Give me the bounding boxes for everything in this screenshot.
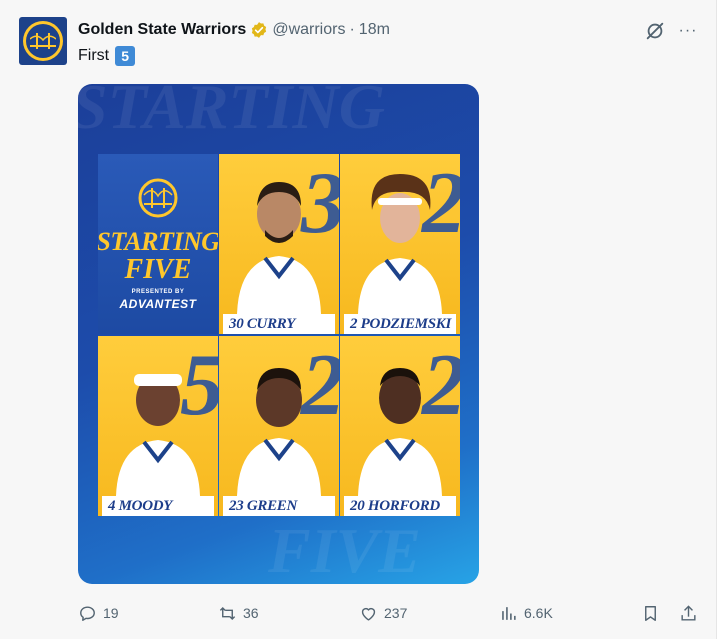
player-label: 30 CURRY: [229, 315, 296, 332]
verified-badge-icon[interactable]: [250, 21, 268, 39]
share-button[interactable]: [679, 600, 698, 626]
tweet-header: Golden State Warriors @warriors · 18m: [78, 19, 390, 41]
player-label: 20 HORFORD: [350, 497, 440, 514]
bookmark-icon: [645, 605, 656, 621]
player-label: 4 MOODY: [108, 497, 173, 514]
warriors-logo: [23, 21, 63, 61]
watermark-decoration: FIVE: [268, 515, 421, 584]
share-icon: [681, 604, 696, 621]
player-name-plate: 2 PODZIEMSKI: [344, 314, 456, 334]
tweet-image[interactable]: STARTING FIVE STARTING FIVE PRESENTED BY…: [78, 84, 479, 584]
repost-icon: [219, 606, 236, 620]
brand-tile: STARTING FIVE PRESENTED BY ADVANTEST: [98, 154, 218, 334]
timestamp[interactable]: 18m: [359, 21, 390, 39]
views-button[interactable]: 6.6K: [499, 600, 553, 626]
repost-button[interactable]: 36: [218, 600, 259, 626]
player-tile: 2 20 HORFORD: [340, 336, 460, 516]
graphic-subtitle: FIVE: [124, 254, 192, 285]
player-name-plate: 4 MOODY: [102, 496, 214, 516]
player-tile: 2 23 GREEN: [219, 336, 339, 516]
tweet-text-content: First: [78, 47, 110, 64]
more-options-icon[interactable]: ···: [676, 20, 700, 42]
watermark-decoration: STARTING: [78, 84, 385, 142]
player-tile: 5 4 MOODY: [98, 336, 218, 516]
like-button[interactable]: 237: [359, 600, 407, 626]
starting-five-graphic: STARTING FIVE PRESENTED BY ADVANTEST 3 3…: [98, 154, 460, 516]
views-icon: [502, 606, 516, 620]
repost-count: 36: [243, 605, 259, 621]
player-photo: [237, 368, 321, 496]
graphic-title: STARTING: [98, 227, 218, 256]
tweet[interactable]: Golden State Warriors @warriors · 18m ··…: [0, 0, 717, 639]
display-name[interactable]: Golden State Warriors: [78, 21, 246, 39]
tweet-text: First 5: [78, 45, 136, 67]
sponsor-logo: ADVANTEST: [119, 297, 197, 311]
warriors-logo: [138, 178, 178, 223]
handle[interactable]: @warriors: [272, 21, 345, 39]
player-tile: 3 30 CURRY: [219, 154, 339, 334]
heart-icon: [361, 607, 376, 621]
grok-icon[interactable]: [644, 20, 666, 42]
player-photo: [237, 182, 321, 314]
player-label: 2 PODZIEMSKI: [350, 315, 452, 332]
player-photo: [116, 374, 200, 496]
bookmark-button[interactable]: [641, 600, 660, 626]
reply-button[interactable]: 19: [78, 600, 119, 626]
player-label: 23 GREEN: [229, 497, 298, 514]
player-photo: [358, 368, 442, 496]
player-photo: [358, 174, 442, 314]
player-name-plate: 20 HORFORD: [344, 496, 456, 516]
reply-icon: [80, 605, 95, 621]
avatar[interactable]: [19, 17, 67, 65]
player-name-plate: 30 CURRY: [223, 314, 335, 334]
action-bar: 19 36 237 6.6K: [78, 600, 700, 626]
views-count: 6.6K: [524, 605, 553, 621]
keycap-emoji: 5: [115, 46, 136, 66]
like-count: 237: [384, 605, 408, 621]
player-tile: 2 2 PODZIEMSKI: [340, 154, 460, 334]
presented-by: PRESENTED BY: [131, 289, 185, 295]
player-name-plate: 23 GREEN: [223, 496, 335, 516]
separator: ·: [349, 21, 355, 38]
reply-count: 19: [103, 605, 119, 621]
